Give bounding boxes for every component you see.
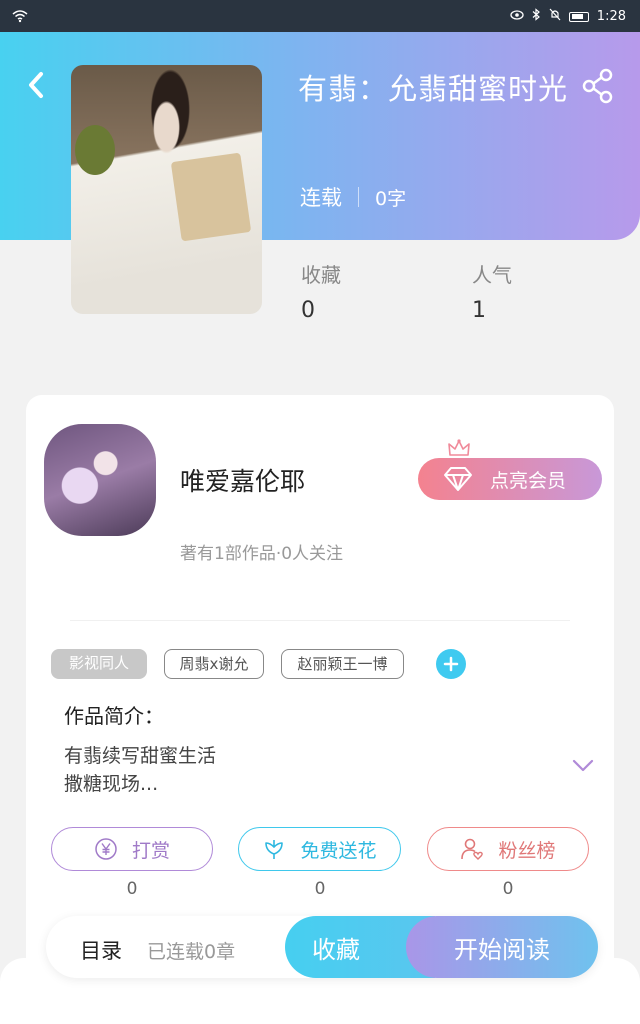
serial-status: 连载 <box>300 186 342 210</box>
back-button[interactable] <box>22 70 52 100</box>
intro-heading: 作品简介： <box>64 704 164 728</box>
send-flower-button[interactable]: 免费送花 <box>238 827 401 871</box>
crown-icon <box>448 439 470 456</box>
reward-button[interactable]: 打赏 <box>51 827 213 871</box>
popularity-label: 人气 <box>472 263 512 287</box>
yen-icon <box>95 838 117 860</box>
favorites-label: 收藏 <box>301 263 341 287</box>
wifi-icon <box>12 9 28 27</box>
tag-pairing[interactable]: 周翡x谢允 <box>164 649 264 679</box>
start-reading-label: 开始阅读 <box>454 935 550 964</box>
share-button[interactable] <box>580 68 616 104</box>
book-cover <box>71 65 262 314</box>
favorites-value: 0 <box>301 298 315 323</box>
reward-label: 打赏 <box>131 839 170 862</box>
author-avatar[interactable] <box>44 424 156 536</box>
table-of-contents-button[interactable]: 目录 <box>80 935 122 965</box>
popularity-value: 1 <box>472 298 486 323</box>
cover-plant <box>75 125 115 175</box>
mute-icon <box>549 8 561 25</box>
fans-rank-button[interactable]: 粉丝榜 <box>427 827 589 871</box>
plus-icon <box>443 656 459 672</box>
section-divider <box>70 620 570 621</box>
author-name[interactable]: 唯爱嘉伦耶 <box>180 462 305 498</box>
tag-actors[interactable]: 赵丽颖王一博 <box>281 649 404 679</box>
share-icon <box>582 68 613 104</box>
book-title: 有翡：允翡甜蜜时光 <box>298 72 569 106</box>
vip-button[interactable]: 点亮会员 <box>418 458 602 500</box>
collect-label: 收藏 <box>312 935 360 964</box>
vip-label: 点亮会员 <box>490 469 567 492</box>
book-status-line: 连载 0字 <box>300 182 406 212</box>
battery-icon <box>568 11 589 22</box>
intro-line: 有翡续写甜蜜生活 <box>64 745 217 767</box>
fans-rank-label: 粉丝榜 <box>498 839 556 862</box>
bluetooth-icon <box>532 8 541 25</box>
chapter-count: 已连载0章 <box>147 941 236 963</box>
flower-icon <box>265 840 284 859</box>
flower-count: 0 <box>314 879 326 899</box>
add-tag-button[interactable] <box>436 649 466 679</box>
author-meta: 著有1部作品·0人关注 <box>180 544 344 564</box>
intro-text: 有翡续写甜蜜生活 撒糖现场... <box>64 742 216 798</box>
send-flower-label: 免费送花 <box>300 839 377 862</box>
divider <box>358 187 359 207</box>
fans-count: 0 <box>502 879 514 899</box>
start-reading-button[interactable]: 开始阅读 <box>406 916 598 978</box>
diamond-icon <box>444 467 472 491</box>
eye-icon <box>510 9 524 24</box>
word-count: 0字 <box>375 187 407 210</box>
status-bar: 1:28 <box>0 0 640 32</box>
clock: 1:28 <box>596 9 626 24</box>
chevron-down-icon[interactable] <box>572 758 594 774</box>
reward-count: 0 <box>126 879 138 899</box>
tag-category[interactable]: 影视同人 <box>51 649 147 679</box>
fans-icon <box>461 838 484 860</box>
intro-line: 撒糖现场... <box>64 773 159 795</box>
cover-scroll <box>170 152 252 242</box>
chevron-left-icon <box>29 72 43 98</box>
